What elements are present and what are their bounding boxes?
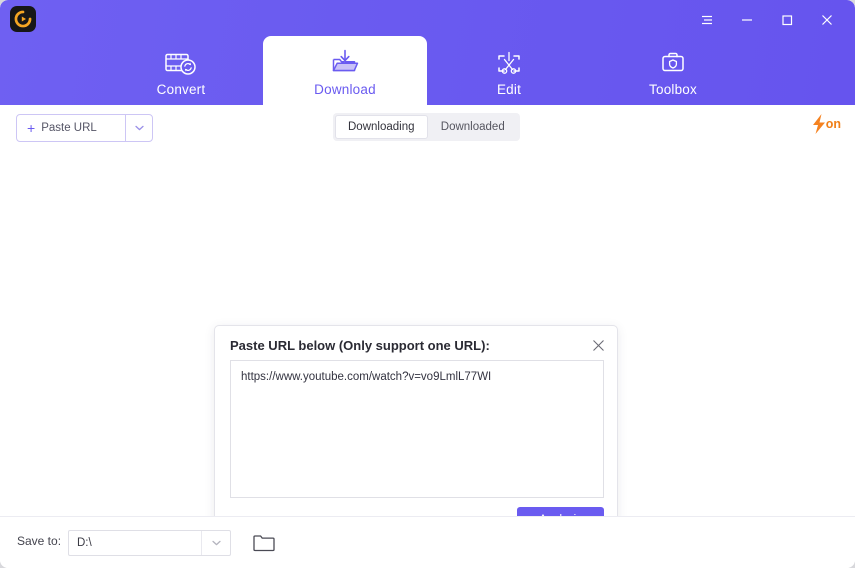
tab-downloaded[interactable]: Downloaded [428,115,519,139]
app-logo-c-play-icon [14,10,32,28]
folder-icon [253,535,275,552]
nav-tab-convert[interactable]: Convert [99,36,263,105]
film-convert-icon [164,44,198,78]
paste-url-dialog: Paste URL below (Only support one URL): … [214,325,618,541]
app-logo [10,6,36,32]
nav-tab-label: Download [314,81,376,97]
folder-download-icon [330,44,360,78]
turbo-indicator[interactable]: on [809,112,841,136]
content-area: Copy URL and click here to download Supp… [0,149,855,541]
save-to-label: Save to: [17,534,62,548]
chevron-down-icon [134,125,144,131]
toolbox-icon [658,44,688,78]
plus-icon: + [27,120,36,136]
footer-bar: Save to: D:\ Resume All Pause All [0,516,855,568]
minimize-button[interactable] [727,6,767,34]
tab-downloading[interactable]: Downloading [335,115,428,139]
minimize-icon [742,19,752,21]
nav-tab-download[interactable]: Download [263,36,427,105]
maximize-button[interactable] [767,6,807,34]
main-nav: Convert Download Edit Toolbox [0,36,855,105]
close-icon [822,15,832,25]
paste-url-main[interactable]: + Paste URL [17,115,125,141]
paste-url-label: Paste URL [41,122,97,134]
close-button[interactable] [807,6,847,34]
save-path-dropdown-button[interactable] [201,531,230,555]
hamburger-icon [702,15,712,25]
title-bar: Convert Download Edit Toolbox [0,0,855,105]
paste-url-button[interactable]: + Paste URL [16,114,153,142]
save-path-select[interactable]: D:\ [68,530,231,556]
window-controls [687,6,847,34]
maximize-icon [782,15,793,26]
save-path-value: D:\ [77,537,92,549]
paste-url-dropdown-button[interactable] [125,115,152,141]
close-icon [592,339,604,351]
turbo-label: on [825,117,841,131]
download-status-tabs: Downloading Downloaded [333,113,520,141]
dialog-title: Paste URL below (Only support one URL): [230,338,490,353]
url-input[interactable] [230,360,604,498]
menu-button[interactable] [687,6,727,34]
browse-folder-button[interactable] [252,532,276,554]
chevron-down-icon [211,540,221,546]
app-window: Convert Download Edit Toolbox + Paste UR… [0,0,855,568]
scissors-crop-icon [493,44,525,78]
nav-tab-toolbox[interactable]: Toolbox [591,36,755,105]
nav-tab-edit[interactable]: Edit [427,36,591,105]
nav-tab-label: Toolbox [649,81,697,97]
nav-tab-label: Edit [496,81,522,97]
nav-tab-label: Convert [156,81,206,97]
dialog-close-button[interactable] [589,336,607,354]
